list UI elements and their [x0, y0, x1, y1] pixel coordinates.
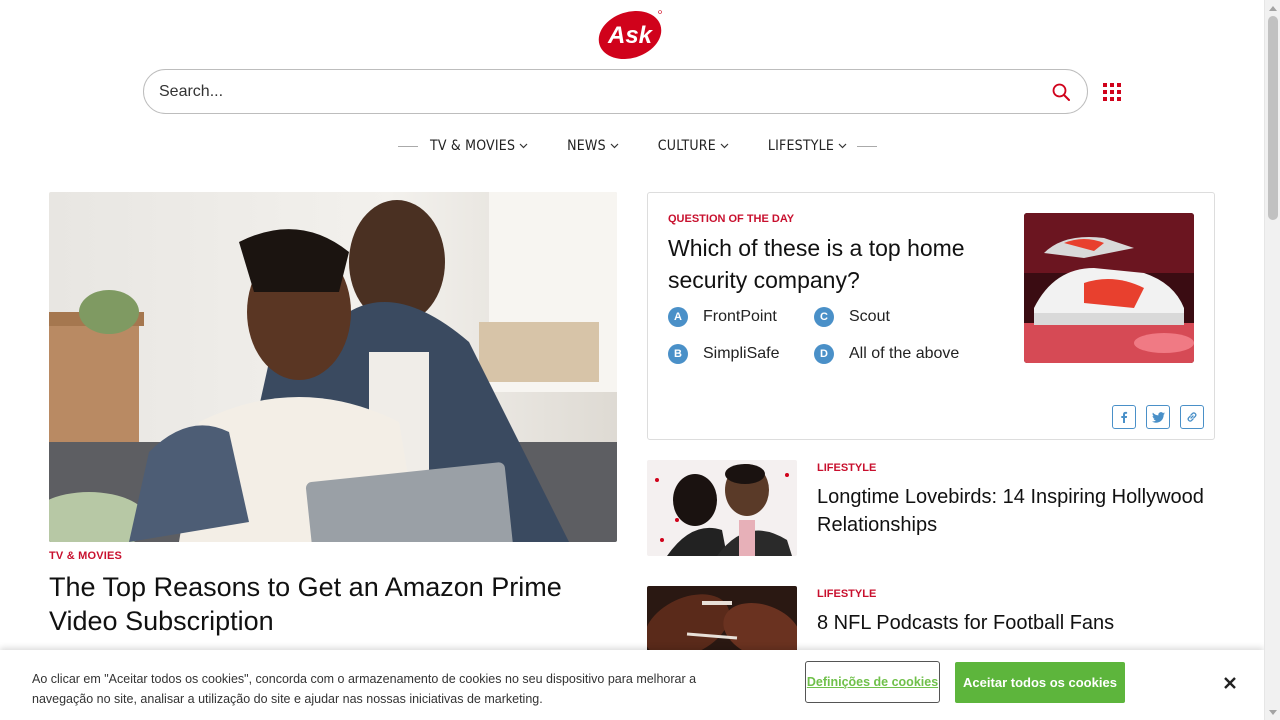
share-link-button[interactable] [1180, 405, 1204, 429]
qotd-question: Which of these is a top home security co… [668, 235, 965, 293]
article-category[interactable]: LIFESTYLE [817, 462, 876, 474]
scroll-down-arrow-icon[interactable] [1265, 704, 1280, 720]
ask-logo[interactable]: Ask [598, 8, 664, 60]
chevron-down-icon [610, 143, 619, 149]
qotd-option-a[interactable]: A FrontPoint [668, 307, 777, 327]
cookie-banner: Ao clicar em "Aceitar todos os cookies",… [0, 650, 1264, 720]
chevron-down-icon [838, 143, 847, 149]
option-letter: B [668, 344, 688, 364]
qotd-option-c[interactable]: C Scout [814, 307, 890, 327]
nav-divider [857, 145, 877, 147]
main-nav: TV & MOVIES NEWS CULTURE LIFESTYLE [398, 136, 877, 156]
article-title-link[interactable]: Longtime Lovebirds: 14 Inspiring Hollywo… [817, 483, 1212, 539]
logo-text: Ask [607, 22, 654, 49]
share-facebook-button[interactable] [1112, 405, 1136, 429]
nav-label: CULTURE [657, 138, 716, 154]
qotd-option-b[interactable]: B SimpliSafe [668, 344, 779, 364]
question-of-the-day-card: QUESTION OF THE DAY Which of these is a … [647, 192, 1215, 440]
option-letter: C [814, 307, 834, 327]
scrollbar-thumb[interactable] [1268, 16, 1278, 220]
hero-category[interactable]: TV & MOVIES [49, 550, 122, 562]
apps-grid-icon[interactable] [1103, 83, 1121, 101]
option-text: All of the above [849, 345, 960, 362]
page: Ask TV & MOVIES NEWS CULTURE [0, 0, 1264, 720]
article-title-link[interactable]: 8 NFL Podcasts for Football Fans [817, 609, 1212, 637]
option-text: FrontPoint [703, 308, 777, 325]
hero-title-link[interactable]: The Top Reasons to Get an Amazon Prime V… [49, 570, 609, 638]
option-letter: A [668, 307, 688, 327]
qotd-image [1024, 213, 1194, 363]
nav-label: NEWS [567, 138, 606, 154]
chevron-down-icon [720, 143, 729, 149]
close-cookie-banner-button[interactable] [1221, 674, 1239, 692]
search-input[interactable] [159, 82, 1039, 101]
search-icon [1052, 83, 1070, 101]
link-icon [1187, 412, 1197, 422]
nav-item-culture[interactable]: CULTURE [658, 138, 729, 154]
chevron-down-icon [519, 143, 528, 149]
article-category[interactable]: LIFESTYLE [817, 588, 876, 600]
search-button[interactable] [1039, 70, 1083, 114]
nav-item-lifestyle[interactable]: LIFESTYLE [768, 138, 847, 154]
accept-all-cookies-button[interactable]: Aceitar todos os cookies [955, 662, 1125, 703]
search-bar [143, 69, 1088, 114]
qotd-label: QUESTION OF THE DAY [668, 213, 795, 225]
close-icon [1224, 677, 1236, 689]
share-twitter-button[interactable] [1146, 405, 1170, 429]
nav-item-news[interactable]: NEWS [567, 138, 619, 154]
cookie-settings-button[interactable]: Definições de cookies [805, 661, 940, 703]
qotd-option-d[interactable]: D All of the above [814, 344, 959, 364]
nav-divider [398, 145, 418, 147]
cookie-text: Ao clicar em "Aceitar todos os cookies",… [32, 672, 697, 706]
option-letter: D [814, 344, 834, 364]
hero-image[interactable] [49, 192, 617, 542]
nav-label: TV & MOVIES [430, 138, 516, 154]
twitter-icon [1151, 411, 1165, 423]
nav-item-tv-movies[interactable]: TV & MOVIES [430, 138, 528, 154]
page-scrollbar[interactable] [1264, 0, 1280, 720]
article-image[interactable] [647, 460, 797, 556]
option-text: SimpliSafe [703, 345, 780, 362]
facebook-icon [1121, 411, 1128, 423]
option-text: Scout [849, 308, 890, 325]
nav-label: LIFESTYLE [767, 138, 834, 154]
scroll-up-arrow-icon[interactable] [1265, 0, 1280, 16]
